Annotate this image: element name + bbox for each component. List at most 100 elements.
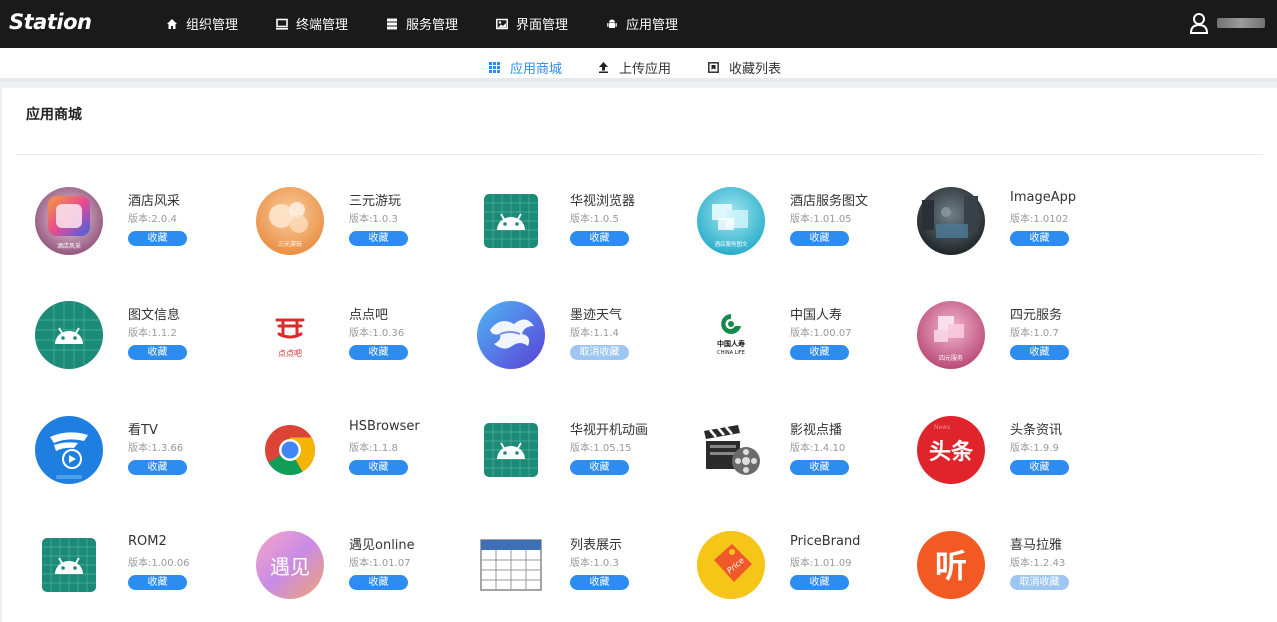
sanyuan-play-icon[interactable]: 三元游玩: [255, 186, 325, 256]
svg-text:遇见: 遇见: [270, 555, 310, 579]
ximalaya-icon[interactable]: 听: [916, 530, 986, 600]
favorite-button[interactable]: 收藏: [128, 345, 187, 360]
app-card: 影视点播 版本:1.4.10 收藏: [696, 415, 906, 495]
price-tag-icon[interactable]: Price: [696, 530, 766, 600]
app-card: 看TV 版本:1.3.66 收藏: [34, 415, 244, 495]
china-life-icon[interactable]: 中国人寿 CHINA LIFE: [696, 300, 766, 370]
favorite-button[interactable]: 收藏: [349, 345, 408, 360]
tab-app-store[interactable]: 应用商城: [489, 58, 562, 77]
favorite-button[interactable]: 收藏: [349, 231, 408, 246]
favorite-button[interactable]: 收藏: [349, 460, 408, 475]
app-name[interactable]: 头条资讯: [1010, 419, 1062, 438]
user-icon: [1189, 13, 1209, 34]
app-name[interactable]: 点点吧: [349, 304, 388, 323]
page-title: 应用商城: [26, 107, 82, 123]
app-name[interactable]: 图文信息: [128, 304, 180, 323]
tv-icon[interactable]: [34, 415, 104, 485]
image-icon: [496, 18, 508, 29]
app-version: 版本:1.01.05: [790, 214, 852, 225]
app-name[interactable]: 华视浏览器: [570, 190, 635, 209]
favorite-button[interactable]: 收藏: [570, 231, 629, 246]
android-app-icon[interactable]: [476, 186, 546, 256]
app-name[interactable]: 华视开机动画: [570, 419, 648, 438]
monitor-icon: [276, 18, 288, 30]
app-name[interactable]: PriceBrand: [790, 534, 860, 549]
app-card: 中国人寿 CHINA LIFE 中国人寿 版本:1.00.07 收藏: [696, 300, 906, 380]
favorite-button[interactable]: 收藏: [1010, 231, 1069, 246]
diandianba-icon[interactable]: 点点吧: [255, 300, 325, 370]
app-version: 版本:1.3.66: [128, 443, 184, 454]
app-card: 墨迹天气 版本:1.1.4 取消收藏: [476, 300, 686, 380]
favorite-button[interactable]: 收藏: [128, 231, 187, 246]
app-name[interactable]: 墨迹天气: [570, 304, 622, 323]
favorite-button[interactable]: 收藏: [790, 575, 849, 590]
unfavorite-button[interactable]: 取消收藏: [570, 345, 629, 360]
favorite-button[interactable]: 收藏: [349, 575, 408, 590]
android-icon: [607, 19, 617, 28]
svg-text:酒店风采: 酒店风采: [57, 242, 81, 250]
android-app-icon[interactable]: [34, 530, 104, 600]
app-version: 版本:2.0.4: [128, 214, 177, 225]
favorite-button[interactable]: 收藏: [1010, 460, 1069, 475]
table-icon[interactable]: [476, 530, 546, 600]
app-name[interactable]: 列表展示: [570, 534, 622, 553]
app-name[interactable]: 酒店服务图文: [790, 190, 868, 209]
app-version: 版本:1.1.2: [128, 328, 177, 339]
favorite-button[interactable]: 收藏: [128, 575, 187, 590]
tab-favorites[interactable]: 收藏列表: [708, 58, 781, 77]
nav-label: 服务管理: [406, 18, 459, 33]
app-name[interactable]: ImageApp: [1010, 190, 1076, 205]
app-name[interactable]: 遇见online: [349, 534, 415, 553]
photo-app-icon[interactable]: [916, 186, 986, 256]
android-app-icon[interactable]: [34, 300, 104, 370]
nav-item-service[interactable]: 服务管理: [386, 14, 458, 33]
app-name[interactable]: 四元服务: [1010, 304, 1062, 323]
app-card: 列表展示 版本:1.0.3 收藏: [476, 530, 686, 610]
app-name[interactable]: 看TV: [128, 419, 158, 438]
app-name[interactable]: 酒店风采: [128, 190, 180, 209]
chrome-icon[interactable]: [255, 415, 325, 485]
app-name[interactable]: 三元游玩: [349, 190, 401, 209]
favorite-button[interactable]: 收藏: [790, 345, 849, 360]
grid-icon: [489, 62, 500, 73]
favorite-button[interactable]: 收藏: [570, 575, 629, 590]
app-version: 版本:1.0.36: [349, 328, 405, 339]
nav-item-app[interactable]: 应用管理: [606, 14, 678, 33]
app-name[interactable]: 喜马拉雅: [1010, 534, 1062, 553]
app-card: 图文信息 版本:1.1.2 收藏: [34, 300, 244, 380]
weather-icon[interactable]: [476, 300, 546, 370]
user-menu[interactable]: [1189, 12, 1265, 34]
nav-label: 组织管理: [186, 18, 239, 33]
app-version: 版本:1.0.3: [570, 558, 619, 569]
app-name[interactable]: HSBrowser: [349, 419, 420, 434]
film-icon[interactable]: [696, 415, 766, 485]
toutiao-icon[interactable]: 头条 News: [916, 415, 986, 485]
favorite-button[interactable]: 收藏: [790, 460, 849, 475]
svg-text:听: 听: [935, 547, 967, 585]
nav-item-terminal[interactable]: 终端管理: [276, 14, 348, 33]
favorite-button[interactable]: 收藏: [570, 460, 629, 475]
app-name[interactable]: 中国人寿: [790, 304, 842, 323]
unfavorite-button[interactable]: 取消收藏: [1010, 575, 1069, 590]
sub-navbar: 应用商城 上传应用 收藏列表: [0, 48, 1277, 82]
app-name[interactable]: ROM2: [128, 534, 167, 549]
app-version: 版本:1.00.07: [790, 328, 852, 339]
nav-item-org[interactable]: 组织管理: [166, 14, 238, 33]
nav-label: 终端管理: [296, 18, 349, 33]
nav-item-ui[interactable]: 界面管理: [496, 14, 568, 33]
four-service-icon[interactable]: 四元服务: [916, 300, 986, 370]
favorite-button[interactable]: 收藏: [790, 231, 849, 246]
favorite-button[interactable]: 收藏: [128, 460, 187, 475]
brand-logo[interactable]: Station: [9, 10, 92, 34]
android-app-icon[interactable]: [476, 415, 546, 485]
app-card: Price PriceBrand 版本:1.01.09 收藏: [696, 530, 906, 610]
yujian-icon[interactable]: 遇见: [255, 530, 325, 600]
hotel-style-icon[interactable]: 酒店风采: [34, 186, 104, 256]
app-name[interactable]: 影视点播: [790, 419, 842, 438]
hotel-service-icon[interactable]: 酒店服务图文: [696, 186, 766, 256]
app-card: 华视开机动画 版本:1.05.15 收藏: [476, 415, 686, 495]
favorite-button[interactable]: 收藏: [1010, 345, 1069, 360]
tab-upload-app[interactable]: 上传应用: [598, 58, 671, 77]
app-version: 版本:1.00.06: [128, 558, 190, 569]
app-version: 版本:1.1.8: [349, 443, 398, 454]
